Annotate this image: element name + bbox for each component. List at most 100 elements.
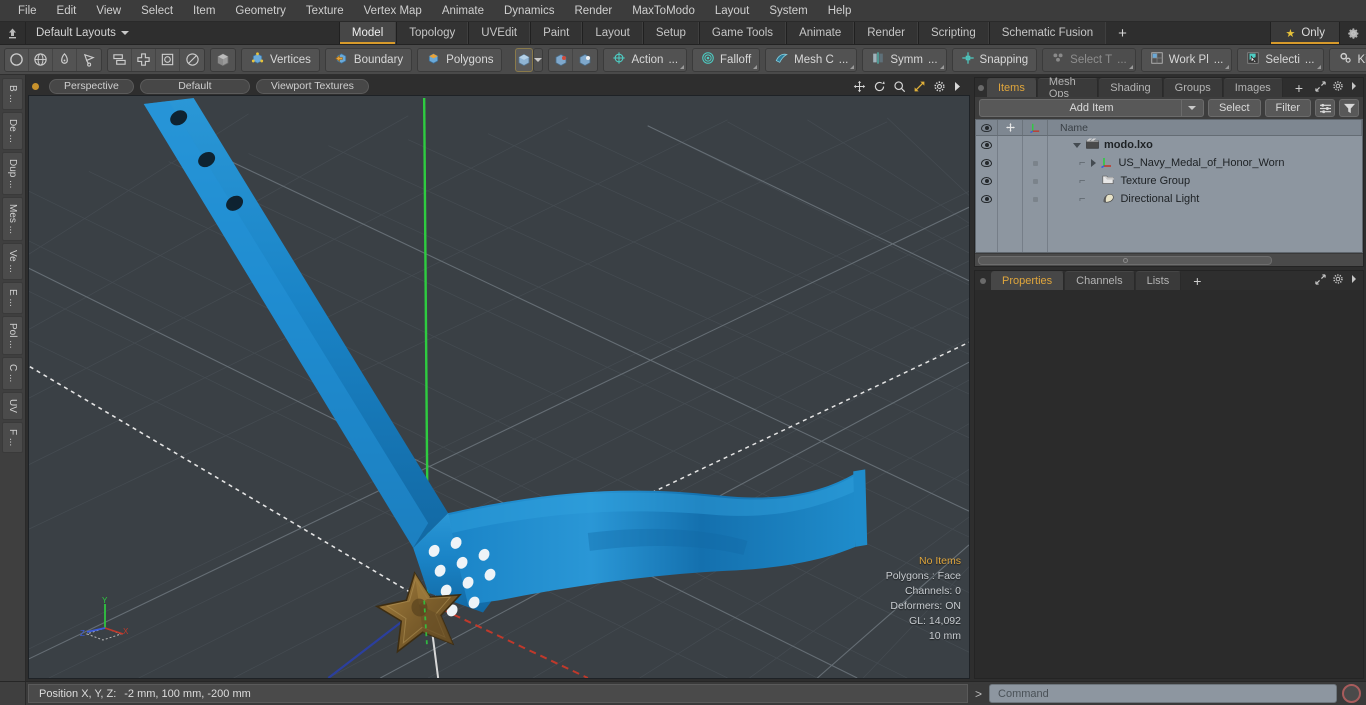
row-name-cell[interactable]: ⌐ Texture Group [1048, 172, 1362, 190]
selected-cube-icon[interactable] [515, 47, 534, 72]
work-plane-button[interactable]: Work Pl ... [1140, 47, 1233, 72]
row-visibility-toggle[interactable] [976, 190, 998, 208]
list-options-icon[interactable] [1315, 99, 1335, 117]
move-icon[interactable] [132, 48, 156, 71]
row-name-cell[interactable]: ⌐ Directional Light [1048, 190, 1362, 208]
cube-icon[interactable] [211, 49, 235, 71]
tab-render[interactable]: Render [854, 22, 918, 44]
fit-icon[interactable] [913, 80, 926, 93]
disclosure-triangle-icon[interactable] [1073, 142, 1081, 148]
stack-icon[interactable] [108, 48, 132, 71]
menu-texture[interactable]: Texture [296, 0, 354, 22]
menu-geometry[interactable]: Geometry [225, 0, 296, 22]
add-layout-tab-button[interactable]: + [1106, 22, 1139, 44]
vtab-basic[interactable]: B ... [2, 78, 23, 110]
items-tree-empty-area[interactable] [976, 208, 1362, 252]
row-lock-cell[interactable] [998, 136, 1023, 154]
menu-edit[interactable]: Edit [47, 0, 87, 22]
tab-layout[interactable]: Layout [582, 22, 643, 44]
record-icon[interactable] [1342, 684, 1361, 703]
tab-items[interactable]: Items [986, 78, 1037, 97]
menu-dynamics[interactable]: Dynamics [494, 0, 564, 22]
only-toggle-button[interactable]: ★ Only [1270, 22, 1340, 44]
row-name-cell[interactable]: modo.lxo [1048, 136, 1362, 154]
globe-icon[interactable] [29, 48, 53, 71]
menu-layout[interactable]: Layout [705, 0, 760, 22]
row-axis-cell[interactable] [1023, 172, 1048, 190]
menu-vertex-map[interactable]: Vertex Map [354, 0, 432, 22]
menu-system[interactable]: System [759, 0, 817, 22]
menu-maxtomodo[interactable]: MaxToModo [622, 0, 705, 22]
kits-button[interactable]: Kits [1328, 47, 1366, 72]
tab-paint[interactable]: Paint [530, 22, 583, 44]
vtab-vertex[interactable]: Ve ... [2, 243, 23, 280]
select-button[interactable]: Select [1207, 99, 1261, 117]
cube-red-icon[interactable] [549, 48, 574, 71]
default-layouts-dropdown[interactable]: Default Layouts [26, 22, 139, 44]
tab-schematic-fusion[interactable]: Schematic Fusion [988, 22, 1107, 44]
row-visibility-toggle[interactable] [976, 154, 998, 172]
snapping-button[interactable]: Snapping [951, 47, 1038, 72]
row-lock-cell[interactable] [998, 172, 1023, 190]
row-visibility-toggle[interactable] [976, 136, 998, 154]
tab-model[interactable]: Model [338, 22, 397, 44]
gear-icon[interactable] [933, 80, 946, 93]
table-row[interactable]: ⌐ Directional Light [976, 190, 1362, 208]
vtab-duplicate[interactable]: Dup ... [2, 151, 23, 196]
properties-content-area[interactable] [975, 290, 1363, 678]
selection-sets-button[interactable]: Selecti ... [1237, 47, 1324, 72]
tab-scripting[interactable]: Scripting [917, 22, 989, 44]
circle-icon[interactable] [5, 48, 29, 71]
action-center-button[interactable]: Action ... [603, 47, 688, 72]
panel-dot-icon[interactable] [975, 271, 991, 290]
menu-view[interactable]: View [86, 0, 131, 22]
tab-mesh-ops[interactable]: Mesh Ops [1037, 76, 1099, 100]
filter-button[interactable]: Filter [1264, 99, 1311, 117]
tab-uvedit[interactable]: UVEdit [468, 22, 531, 44]
add-properties-tab-button[interactable]: + [1182, 271, 1212, 290]
vtab-polygon[interactable]: Pol ... [2, 315, 23, 356]
command-input[interactable]: Command [989, 684, 1337, 703]
row-name-cell[interactable]: ⌐ US_Navy_Medal_of_Honor_Worn [1048, 154, 1362, 172]
menu-select[interactable]: Select [131, 0, 183, 22]
row-axis-cell[interactable] [1023, 136, 1048, 154]
tab-images[interactable]: Images [1223, 78, 1283, 97]
gear-icon[interactable] [1340, 22, 1366, 44]
tab-properties[interactable]: Properties [991, 271, 1065, 290]
vtab-curve[interactable]: C ... [2, 357, 23, 390]
gear-icon[interactable] [1332, 80, 1344, 95]
chevron-right-icon[interactable] [1350, 81, 1358, 94]
row-axis-cell[interactable] [1023, 154, 1048, 172]
tab-lists[interactable]: Lists [1135, 271, 1182, 290]
scrollbar-thumb[interactable] [978, 255, 1273, 265]
chevron-right-icon[interactable] [1350, 274, 1358, 287]
tab-setup[interactable]: Setup [642, 22, 699, 44]
tab-shading[interactable]: Shading [1099, 78, 1163, 97]
disc-icon[interactable] [180, 49, 204, 71]
row-axis-cell[interactable] [1023, 190, 1048, 208]
funnel-icon[interactable] [1339, 99, 1359, 117]
pen-icon[interactable] [53, 48, 77, 71]
row-lock-cell[interactable] [998, 190, 1023, 208]
tab-topology[interactable]: Topology [396, 22, 469, 44]
table-row[interactable]: modo.lxo [976, 136, 1362, 154]
home-arrow-icon[interactable] [0, 22, 26, 44]
vtab-uv[interactable]: UV [2, 391, 23, 420]
add-panel-tab-button[interactable]: + [1284, 78, 1314, 97]
items-horizontal-scrollbar[interactable] [975, 253, 1363, 266]
cube-white-icon[interactable] [573, 49, 597, 71]
symmetry-button[interactable]: Symm ... [862, 47, 947, 72]
chevron-down-icon[interactable] [1180, 100, 1203, 116]
vtab-deform[interactable]: De ... [2, 111, 23, 150]
table-row[interactable]: ⌐ US_Navy_Medal_of_Honor_Worn [976, 154, 1362, 172]
square-target-icon[interactable] [156, 48, 180, 71]
shading-preset-dropdown[interactable]: Default [139, 78, 250, 94]
table-row[interactable]: ⌐ Texture Group [976, 172, 1362, 190]
disclosure-triangle-icon[interactable] [1091, 159, 1097, 167]
panel-dot-icon[interactable] [975, 78, 987, 97]
falloff-button[interactable]: Falloff [692, 47, 761, 72]
viewport-textures-dropdown[interactable]: Viewport Textures [255, 78, 369, 94]
select-through-button[interactable]: Select T ... [1042, 47, 1136, 72]
3d-viewport[interactable]: No Items Polygons : Face Channels: 0 Def… [28, 95, 970, 679]
menu-render[interactable]: Render [564, 0, 622, 22]
